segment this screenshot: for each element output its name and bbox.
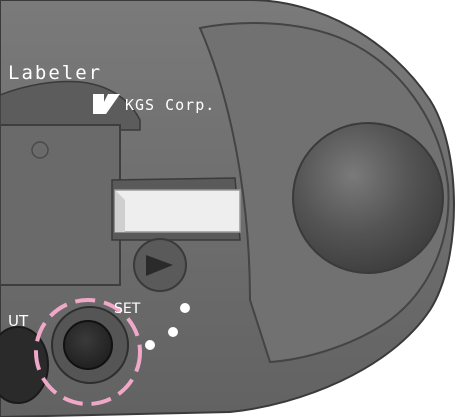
set-button-label: SET xyxy=(114,301,141,317)
set-button[interactable] xyxy=(63,320,113,370)
brand-label: Labeler xyxy=(8,62,103,84)
dial-knob[interactable] xyxy=(292,122,444,274)
company-name: KGS Corp. xyxy=(125,96,216,114)
labeler-device-view: Labeler KGS Corp. UT SET xyxy=(0,0,460,417)
label-tape xyxy=(114,189,241,233)
cut-button-label: UT xyxy=(8,312,29,330)
center-panel xyxy=(0,124,121,286)
